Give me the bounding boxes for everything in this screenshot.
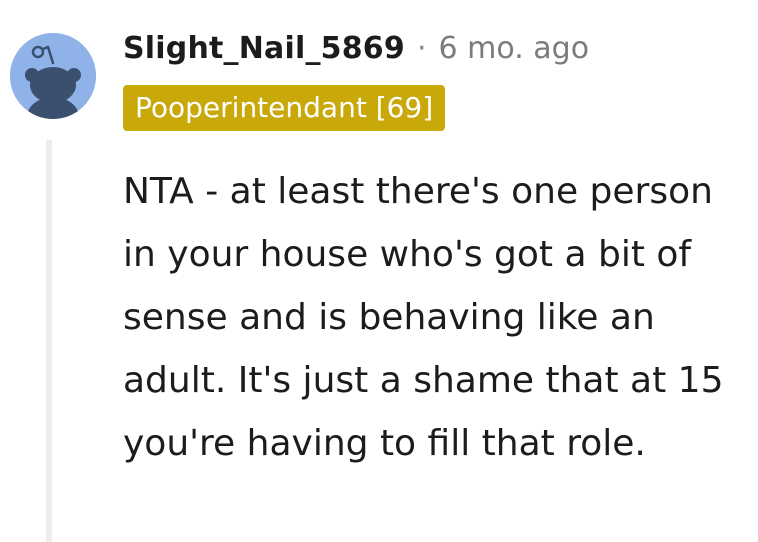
- snoo-avatar-icon: [10, 33, 96, 119]
- username-link[interactable]: Slight_Nail_5869: [123, 31, 405, 66]
- thread-collapse-line[interactable]: [46, 140, 52, 542]
- timestamp-link[interactable]: 6 mo. ago: [439, 31, 590, 66]
- meta-separator: ·: [416, 30, 427, 66]
- avatar[interactable]: [10, 33, 96, 119]
- comment-meta: Slight_Nail_5869 · 6 mo. ago: [123, 24, 589, 72]
- comment: Slight_Nail_5869 · 6 mo. ago Pooperinten…: [0, 0, 758, 542]
- comment-body: NTA - at least there's one person in you…: [123, 171, 724, 464]
- user-flair-badge: Pooperintendant [69]: [123, 85, 446, 131]
